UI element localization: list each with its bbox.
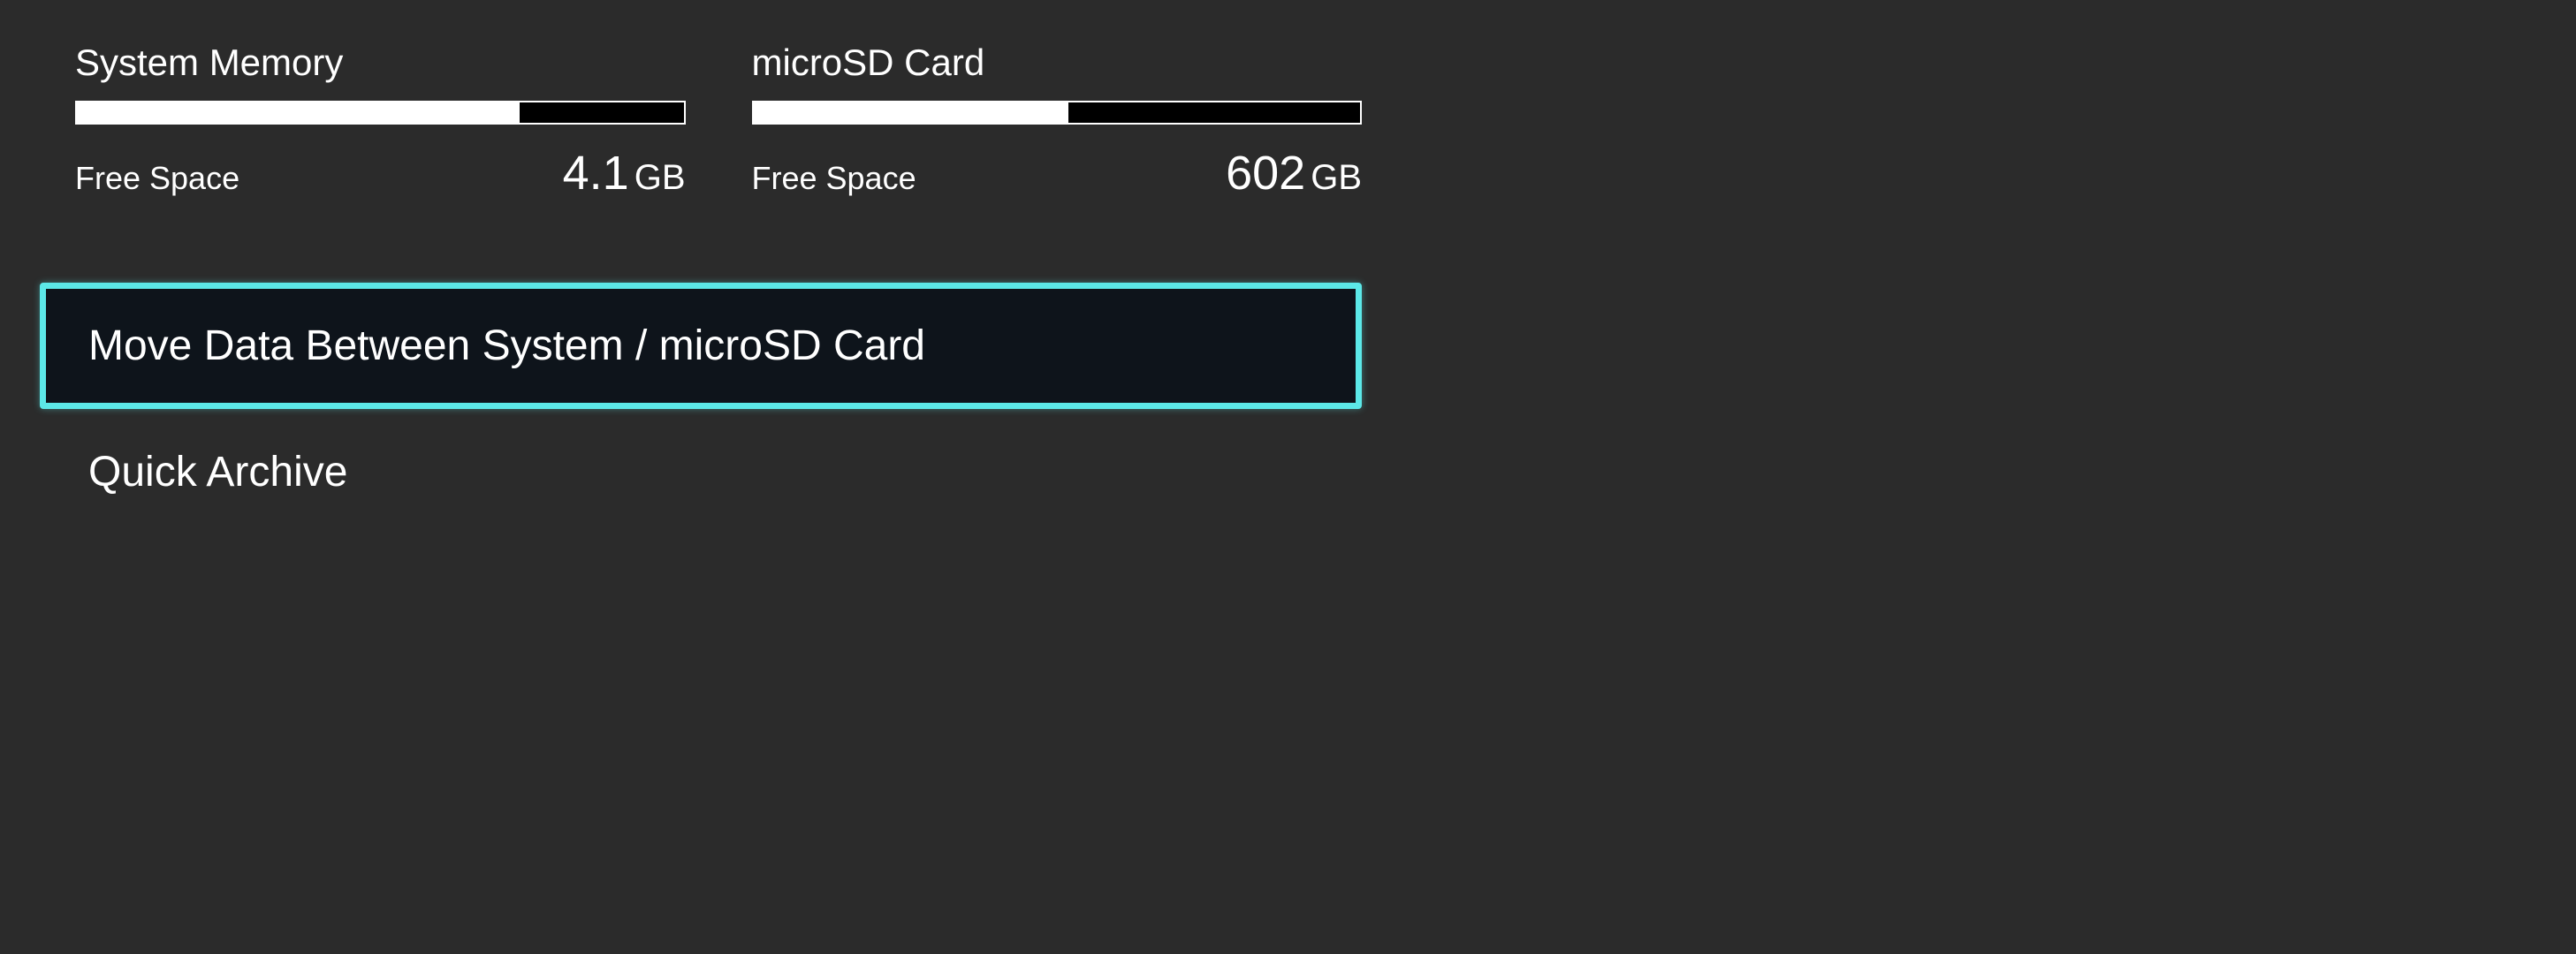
storage-block-microsd: microSD Card Free Space 602 GB [752, 42, 1363, 201]
storage-title: System Memory [75, 42, 686, 84]
free-space-value: 4.1 GB [563, 146, 686, 201]
menu-item-quick-archive[interactable]: Quick Archive [40, 409, 1362, 535]
menu-item-label: Quick Archive [88, 448, 347, 496]
storage-block-system: System Memory Free Space 4.1 GB [75, 42, 686, 201]
free-space-label: Free Space [752, 160, 916, 197]
free-space-unit: GB [1311, 158, 1362, 198]
free-space-number: 4.1 [563, 146, 629, 201]
free-space-value: 602 GB [1226, 146, 1362, 201]
menu-item-move-data[interactable]: Move Data Between System / microSD Card [40, 283, 1362, 409]
storage-usage-fill [754, 102, 1069, 123]
storage-title: microSD Card [752, 42, 1363, 84]
storage-info: Free Space 602 GB [752, 146, 1363, 201]
free-space-number: 602 [1226, 146, 1305, 201]
storage-row: System Memory Free Space 4.1 GB microSD … [75, 42, 1362, 201]
menu-item-label: Move Data Between System / microSD Card [88, 322, 925, 370]
menu: Move Data Between System / microSD Card … [40, 283, 1362, 535]
storage-info: Free Space 4.1 GB [75, 146, 686, 201]
free-space-unit: GB [635, 158, 686, 198]
free-space-label: Free Space [75, 160, 239, 197]
storage-usage-fill [77, 102, 520, 123]
storage-usage-bar [75, 101, 686, 125]
storage-settings-panel: System Memory Free Space 4.1 GB microSD … [0, 0, 1402, 507]
storage-usage-bar [752, 101, 1363, 125]
